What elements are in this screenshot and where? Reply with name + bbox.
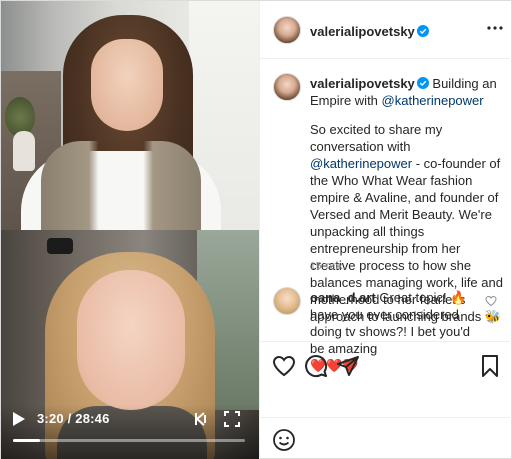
- comment-username[interactable]: oana_d.art: [310, 290, 376, 305]
- caption-author-avatar[interactable]: [273, 73, 301, 101]
- heart-outline-icon[interactable]: [485, 295, 497, 307]
- add-comment-bar: [260, 417, 512, 459]
- caption-body-mention[interactable]: @katherinepower: [310, 156, 412, 171]
- fullscreen-icon[interactable]: [223, 410, 241, 428]
- comment-icon[interactable]: [304, 354, 328, 378]
- post-caption: valerialipovetsky Building an Empire wit…: [310, 75, 506, 325]
- bookmark-icon[interactable]: [478, 354, 502, 378]
- duration: 28:46: [75, 411, 110, 426]
- post-sidebar: valerialipovetsky valerialipovetsky Buil…: [259, 1, 512, 459]
- video-time-display: 3:20 / 28:46: [37, 411, 110, 426]
- verified-badge-icon: [416, 25, 429, 37]
- video-progress-bar[interactable]: [13, 439, 245, 442]
- caption-time-ago[interactable]: 15 тиж.: [310, 261, 346, 272]
- verified-badge-icon: [416, 77, 429, 89]
- current-time: 3:20: [37, 411, 64, 426]
- caption-username[interactable]: valerialipovetsky: [310, 76, 415, 91]
- time-separator: /: [63, 411, 76, 426]
- caption-first-line: valerialipovetsky Building an Empire wit…: [310, 75, 506, 109]
- caption-body-before: So excited to share my conversation with: [310, 122, 443, 154]
- header-username-wrap: valerialipovetsky: [310, 23, 429, 41]
- author-avatar[interactable]: [273, 16, 301, 44]
- rewind-icon[interactable]: [191, 410, 209, 428]
- video-frame-top-speaker: [1, 1, 259, 230]
- caption-title-mention[interactable]: @katherinepower: [382, 93, 484, 108]
- header-username[interactable]: valerialipovetsky: [310, 24, 415, 39]
- more-options-icon[interactable]: [487, 25, 503, 31]
- commenter-avatar[interactable]: [273, 287, 301, 315]
- post-actions-bar: [260, 341, 512, 385]
- post-header: valerialipovetsky: [260, 1, 512, 59]
- emoji-icon[interactable]: [272, 428, 296, 452]
- share-icon[interactable]: [336, 354, 360, 378]
- instagram-post: 3:20 / 28:46 valerialipovetsky valeriali…: [0, 0, 512, 459]
- heart-icon[interactable]: [272, 354, 296, 378]
- play-icon[interactable]: [13, 412, 25, 426]
- video-player[interactable]: 3:20 / 28:46: [1, 1, 259, 459]
- video-progress-fill: [13, 439, 40, 442]
